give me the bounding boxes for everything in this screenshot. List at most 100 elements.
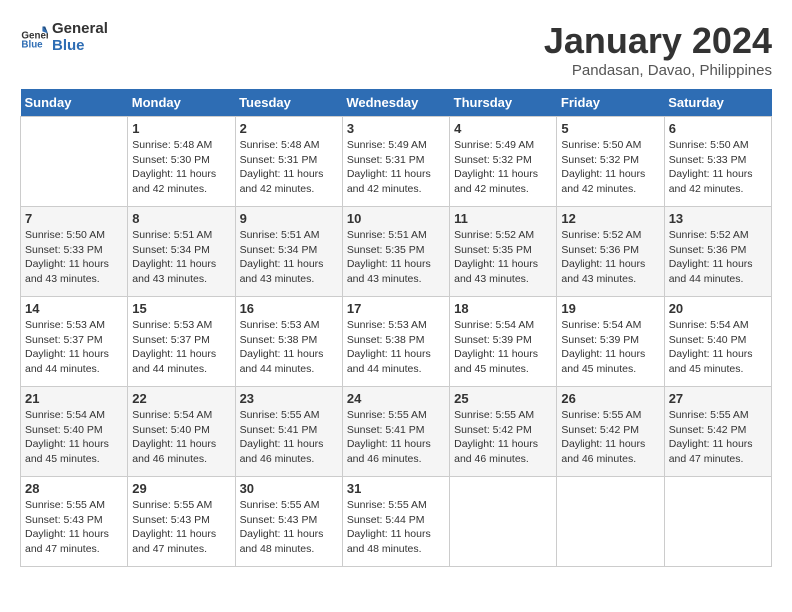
day-number: 30: [240, 481, 338, 496]
day-number: 22: [132, 391, 230, 406]
day-number: 27: [669, 391, 767, 406]
day-info: Sunrise: 5:49 AM Sunset: 5:31 PM Dayligh…: [347, 138, 445, 197]
day-number: 31: [347, 481, 445, 496]
calendar-cell: 5 Sunrise: 5:50 AM Sunset: 5:32 PM Daylig…: [557, 117, 664, 207]
day-info: Sunrise: 5:55 AM Sunset: 5:41 PM Dayligh…: [347, 408, 445, 467]
day-info: Sunrise: 5:55 AM Sunset: 5:43 PM Dayligh…: [240, 498, 338, 557]
day-number: 25: [454, 391, 552, 406]
calendar-week-2: 7 Sunrise: 5:50 AM Sunset: 5:33 PM Daylig…: [21, 207, 772, 297]
calendar-cell: 25 Sunrise: 5:55 AM Sunset: 5:42 PM Dayli…: [450, 387, 557, 477]
day-info: Sunrise: 5:54 AM Sunset: 5:40 PM Dayligh…: [25, 408, 123, 467]
day-info: Sunrise: 5:55 AM Sunset: 5:43 PM Dayligh…: [25, 498, 123, 557]
header-friday: Friday: [557, 89, 664, 117]
calendar-cell: 23 Sunrise: 5:55 AM Sunset: 5:41 PM Dayli…: [235, 387, 342, 477]
calendar-cell: 26Sunrise: 5:55 AM Sunset: 5:42 PM Dayli…: [557, 387, 664, 477]
svg-text:Blue: Blue: [21, 40, 43, 51]
title-block: January 2024 Pandasan, Davao, Philippine…: [544, 20, 772, 79]
day-info: Sunrise: 5:52 AM Sunset: 5:35 PM Dayligh…: [454, 228, 552, 287]
calendar-cell: 11 Sunrise: 5:52 AM Sunset: 5:35 PM Dayli…: [450, 207, 557, 297]
day-number: 17: [347, 301, 445, 316]
month-year: January 2024: [544, 20, 772, 62]
day-info: Sunrise: 5:55 AM Sunset: 5:43 PM Dayligh…: [132, 498, 230, 557]
day-number: 23: [240, 391, 338, 406]
calendar-cell: 14 Sunrise: 5:53 AM Sunset: 5:37 PM Dayli…: [21, 297, 128, 387]
calendar-cell: 21 Sunrise: 5:54 AM Sunset: 5:40 PM Dayli…: [21, 387, 128, 477]
day-number: 8: [132, 211, 230, 226]
day-number: 28: [25, 481, 123, 496]
calendar-cell: 29 Sunrise: 5:55 AM Sunset: 5:43 PM Dayli…: [128, 477, 235, 567]
day-info: Sunrise: 5:55 AM Sunset: 5:44 PM Dayligh…: [347, 498, 445, 557]
header-thursday: Thursday: [450, 89, 557, 117]
calendar-cell: 13 Sunrise: 5:52 AM Sunset: 5:36 PM Dayli…: [664, 207, 771, 297]
day-number: 4: [454, 121, 552, 136]
calendar-cell: [21, 117, 128, 207]
day-info: Sunrise: 5:54 AM Sunset: 5:39 PM Dayligh…: [454, 318, 552, 377]
day-number: 9: [240, 211, 338, 226]
day-number: 26: [561, 391, 659, 406]
day-number: 6: [669, 121, 767, 136]
header-sunday: Sunday: [21, 89, 128, 117]
day-number: 7: [25, 211, 123, 226]
calendar-cell: 9 Sunrise: 5:51 AM Sunset: 5:34 PM Daylig…: [235, 207, 342, 297]
calendar-cell: 4 Sunrise: 5:49 AM Sunset: 5:32 PM Daylig…: [450, 117, 557, 207]
calendar-cell: 1Sunrise: 5:48 AM Sunset: 5:30 PM Daylig…: [128, 117, 235, 207]
day-info: Sunrise: 5:50 AM Sunset: 5:33 PM Dayligh…: [669, 138, 767, 197]
day-info: Sunrise: 5:48 AM Sunset: 5:31 PM Dayligh…: [240, 138, 338, 197]
calendar-cell: 28 Sunrise: 5:55 AM Sunset: 5:43 PM Dayli…: [21, 477, 128, 567]
calendar-cell: 17 Sunrise: 5:53 AM Sunset: 5:38 PM Dayli…: [342, 297, 449, 387]
day-info: Sunrise: 5:54 AM Sunset: 5:40 PM Dayligh…: [669, 318, 767, 377]
calendar-cell: 16 Sunrise: 5:53 AM Sunset: 5:38 PM Dayli…: [235, 297, 342, 387]
day-info: Sunrise: 5:53 AM Sunset: 5:37 PM Dayligh…: [25, 318, 123, 377]
calendar-cell: 19Sunrise: 5:54 AM Sunset: 5:39 PM Dayli…: [557, 297, 664, 387]
day-info: Sunrise: 5:53 AM Sunset: 5:38 PM Dayligh…: [240, 318, 338, 377]
day-info: Sunrise: 5:53 AM Sunset: 5:38 PM Dayligh…: [347, 318, 445, 377]
day-number: 15: [132, 301, 230, 316]
day-number: 20: [669, 301, 767, 316]
day-info: Sunrise: 5:53 AM Sunset: 5:37 PM Dayligh…: [132, 318, 230, 377]
day-info: Sunrise: 5:51 AM Sunset: 5:34 PM Dayligh…: [132, 228, 230, 287]
logo-general: General: [52, 20, 108, 37]
calendar-cell: 7 Sunrise: 5:50 AM Sunset: 5:33 PM Daylig…: [21, 207, 128, 297]
day-info: Sunrise: 5:49 AM Sunset: 5:32 PM Dayligh…: [454, 138, 552, 197]
day-number: 29: [132, 481, 230, 496]
calendar-cell: 18 Sunrise: 5:54 AM Sunset: 5:39 PM Dayli…: [450, 297, 557, 387]
day-number: 24: [347, 391, 445, 406]
calendar-week-1: 1Sunrise: 5:48 AM Sunset: 5:30 PM Daylig…: [21, 117, 772, 207]
day-number: 12: [561, 211, 659, 226]
calendar-week-3: 14 Sunrise: 5:53 AM Sunset: 5:37 PM Dayli…: [21, 297, 772, 387]
day-info: Sunrise: 5:50 AM Sunset: 5:33 PM Dayligh…: [25, 228, 123, 287]
day-info: Sunrise: 5:54 AM Sunset: 5:40 PM Dayligh…: [132, 408, 230, 467]
day-info: Sunrise: 5:52 AM Sunset: 5:36 PM Dayligh…: [669, 228, 767, 287]
logo-icon: General Blue: [20, 23, 48, 51]
calendar-cell: 15 Sunrise: 5:53 AM Sunset: 5:37 PM Dayli…: [128, 297, 235, 387]
calendar-cell: 6 Sunrise: 5:50 AM Sunset: 5:33 PM Daylig…: [664, 117, 771, 207]
calendar-week-4: 21 Sunrise: 5:54 AM Sunset: 5:40 PM Dayli…: [21, 387, 772, 477]
day-info: Sunrise: 5:55 AM Sunset: 5:42 PM Dayligh…: [669, 408, 767, 467]
header-saturday: Saturday: [664, 89, 771, 117]
calendar-cell: 24 Sunrise: 5:55 AM Sunset: 5:41 PM Dayli…: [342, 387, 449, 477]
calendar-cell: [664, 477, 771, 567]
calendar-cell: 20 Sunrise: 5:54 AM Sunset: 5:40 PM Dayli…: [664, 297, 771, 387]
day-info: Sunrise: 5:55 AM Sunset: 5:41 PM Dayligh…: [240, 408, 338, 467]
calendar-cell: [450, 477, 557, 567]
day-number: 3: [347, 121, 445, 136]
day-info: Sunrise: 5:51 AM Sunset: 5:35 PM Dayligh…: [347, 228, 445, 287]
day-number: 16: [240, 301, 338, 316]
day-number: 13: [669, 211, 767, 226]
day-number: 5: [561, 121, 659, 136]
day-number: 18: [454, 301, 552, 316]
day-info: Sunrise: 5:52 AM Sunset: 5:36 PM Dayligh…: [561, 228, 659, 287]
day-info: Sunrise: 5:54 AM Sunset: 5:39 PM Dayligh…: [561, 318, 659, 377]
day-number: 14: [25, 301, 123, 316]
calendar-header-row: SundayMondayTuesdayWednesdayThursdayFrid…: [21, 89, 772, 117]
header-tuesday: Tuesday: [235, 89, 342, 117]
calendar-cell: 2Sunrise: 5:48 AM Sunset: 5:31 PM Daylig…: [235, 117, 342, 207]
day-number: 21: [25, 391, 123, 406]
day-info: Sunrise: 5:51 AM Sunset: 5:34 PM Dayligh…: [240, 228, 338, 287]
day-info: Sunrise: 5:50 AM Sunset: 5:32 PM Dayligh…: [561, 138, 659, 197]
logo-blue: Blue: [52, 37, 108, 54]
day-info: Sunrise: 5:55 AM Sunset: 5:42 PM Dayligh…: [454, 408, 552, 467]
page-header: General Blue General Blue January 2024 P…: [20, 20, 772, 79]
calendar-cell: 10Sunrise: 5:51 AM Sunset: 5:35 PM Dayli…: [342, 207, 449, 297]
day-number: 11: [454, 211, 552, 226]
